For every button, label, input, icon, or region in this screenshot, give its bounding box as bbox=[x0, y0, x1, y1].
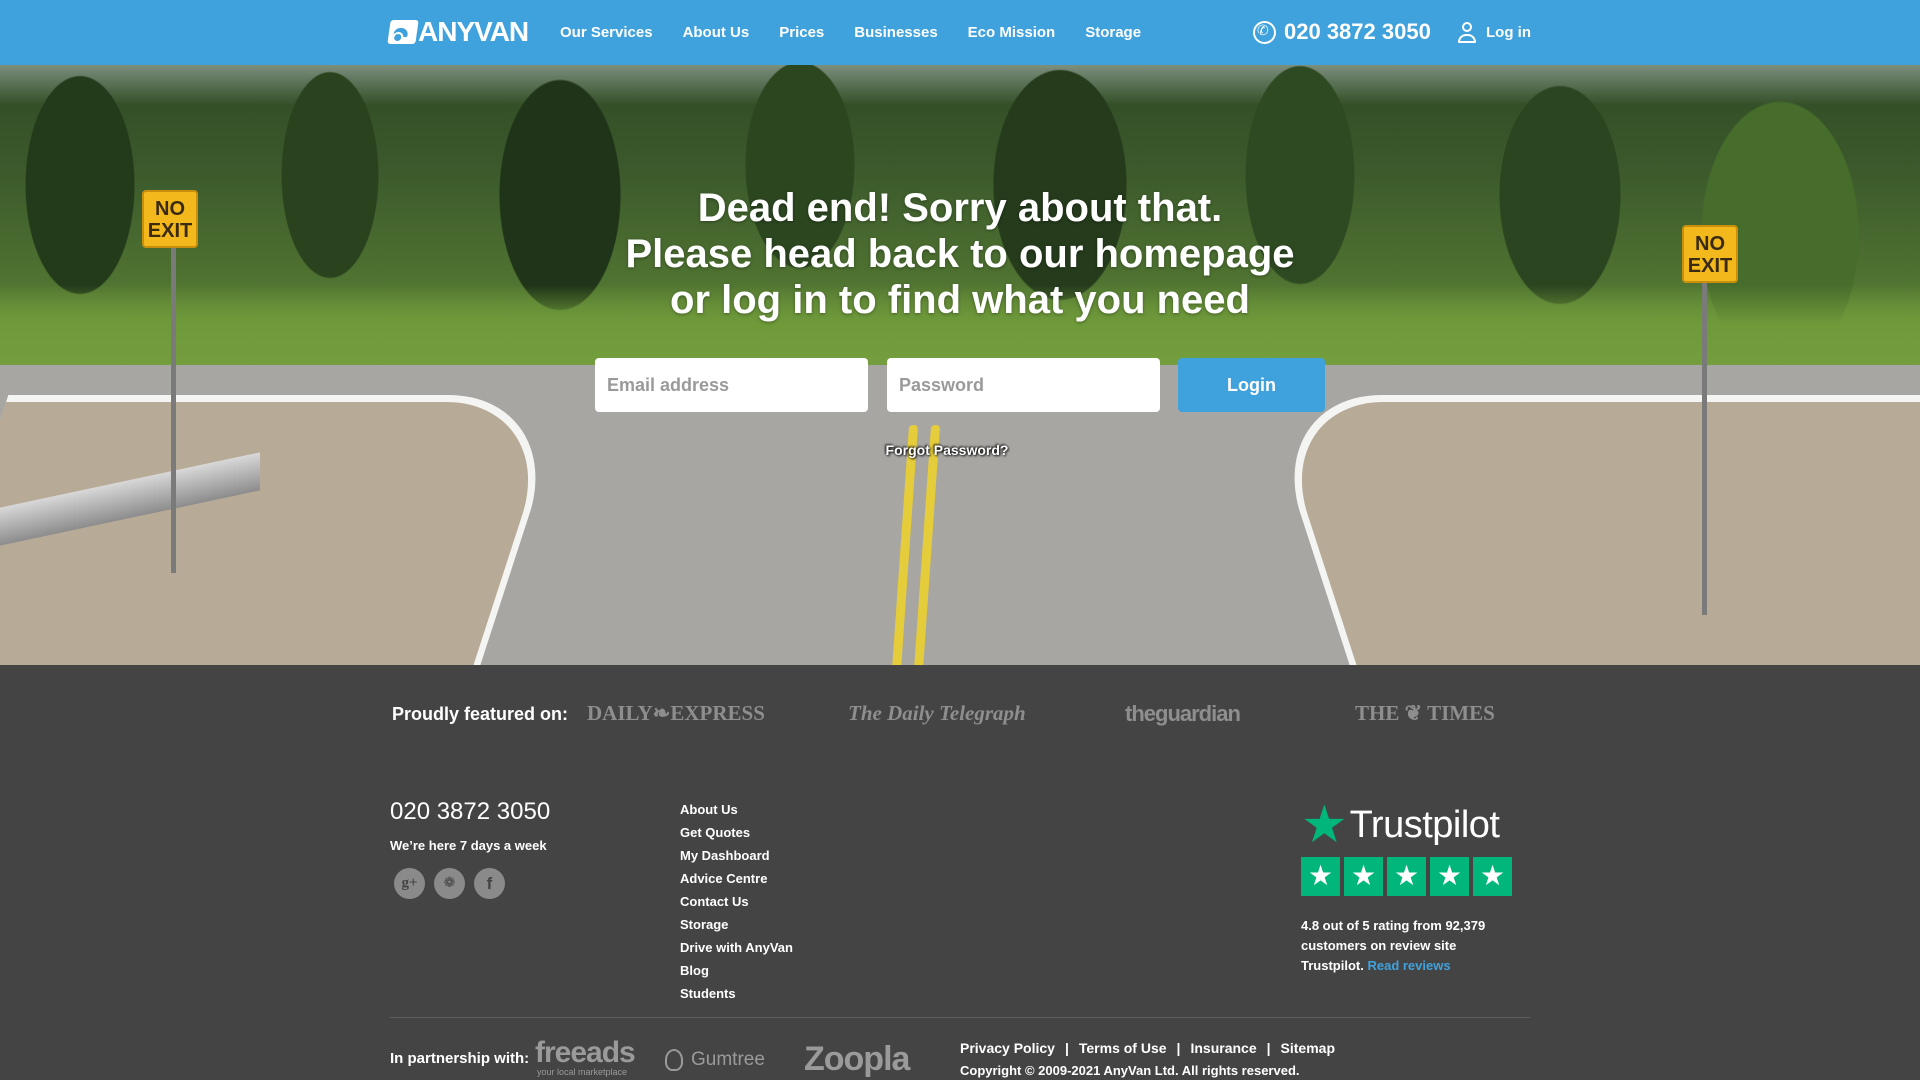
google-plus-icon[interactable]: g+ bbox=[394, 868, 425, 899]
star-icon: ★ bbox=[1344, 857, 1383, 896]
footer-divider bbox=[390, 1017, 1530, 1018]
footer-link-get-quotes[interactable]: Get Quotes bbox=[680, 824, 793, 847]
user-icon bbox=[1457, 21, 1477, 43]
password-field[interactable] bbox=[887, 358, 1160, 412]
legal-links: Privacy Policy | Terms of Use | Insurance | Si… bbox=[960, 1040, 1335, 1056]
separator: | bbox=[1266, 1040, 1271, 1056]
footer-link-contact-us[interactable]: Contact Us bbox=[680, 893, 793, 916]
copyright: Copyright © 2009-2021 AnyVan Ltd. All ri… bbox=[960, 1063, 1300, 1078]
tree-icon bbox=[665, 1049, 683, 1071]
sitemap-link[interactable]: Sitemap bbox=[1281, 1040, 1335, 1056]
footer-links: About Us Get Quotes My Dashboard Advice … bbox=[680, 801, 793, 1008]
nav-businesses[interactable]: Businesses bbox=[854, 24, 937, 41]
gumtree-wordmark: Gumtree bbox=[691, 1049, 765, 1070]
road-left-branch bbox=[0, 395, 569, 665]
login-button[interactable]: Login bbox=[1178, 358, 1325, 412]
trustpilot-rating-text: 4.8 out of 5 rating from 92,379 customer… bbox=[1301, 916, 1501, 976]
freeads-tagline: your local marketplace bbox=[537, 1067, 628, 1077]
facebook-icon[interactable]: f bbox=[474, 868, 505, 899]
trustpilot-logo[interactable]: ★ Trustpilot bbox=[1301, 796, 1516, 854]
star-icon: ★ bbox=[1473, 857, 1512, 896]
separator: | bbox=[1176, 1040, 1181, 1056]
footer-link-blog[interactable]: Blog bbox=[680, 962, 793, 985]
trustpilot-widget: ★ Trustpilot ★ ★ ★ ★ ★ 4.8 out of 5 rati… bbox=[1301, 796, 1516, 976]
read-reviews-link[interactable]: Read reviews bbox=[1367, 958, 1450, 973]
forgot-password-link[interactable]: Forgot Password? bbox=[0, 442, 1894, 458]
nav-storage[interactable]: Storage bbox=[1085, 24, 1141, 41]
daily-telegraph-logo: The Daily Telegraph bbox=[848, 701, 1026, 725]
phone-icon bbox=[1253, 20, 1276, 44]
footer-link-advice-centre[interactable]: Advice Centre bbox=[680, 870, 793, 893]
page-title: Dead end! Sorry about that. Please head … bbox=[0, 185, 1920, 323]
van-icon bbox=[387, 20, 419, 44]
main-nav: Our Services About Us Prices Businesses … bbox=[560, 0, 1171, 65]
nav-eco-mission[interactable]: Eco Mission bbox=[968, 24, 1056, 41]
header-login-link[interactable]: Log in bbox=[1457, 18, 1531, 46]
gumtree-logo: Gumtree bbox=[665, 1049, 765, 1071]
footer-link-drive-with-anyvan[interactable]: Drive with AnyVan bbox=[680, 939, 793, 962]
title-line: Dead end! Sorry about that. bbox=[697, 186, 1223, 230]
star-icon: ★ bbox=[1430, 857, 1469, 896]
freeads-logo: freeads your local marketplace bbox=[535, 1036, 636, 1078]
footer-link-my-dashboard[interactable]: My Dashboard bbox=[680, 847, 793, 870]
zoopla-logo: Zoopla bbox=[804, 1040, 910, 1078]
title-line: Please head back to our homepage bbox=[625, 232, 1295, 276]
footer-link-about-us[interactable]: About Us bbox=[680, 801, 793, 824]
star-icon: ★ bbox=[1387, 857, 1426, 896]
nav-prices[interactable]: Prices bbox=[779, 24, 824, 41]
terms-of-use-link[interactable]: Terms of Use bbox=[1079, 1040, 1167, 1056]
featured-label: Proudly featured on: bbox=[392, 704, 569, 724]
separator: | bbox=[1064, 1040, 1069, 1056]
nav-our-services[interactable]: Our Services bbox=[560, 24, 653, 41]
the-times-logo: THE ❦ TIMES bbox=[1355, 701, 1495, 725]
guardian-logo: theguardian bbox=[1125, 701, 1241, 726]
star-icon: ★ bbox=[1301, 857, 1340, 896]
header-phone-number: 020 3872 3050 bbox=[1284, 19, 1431, 44]
nav-about-us[interactable]: About Us bbox=[683, 24, 750, 41]
trustpilot-star-icon: ★ bbox=[1301, 796, 1348, 854]
hero-dead-end: NO EXIT NO EXIT Dead end! Sorry about th… bbox=[0, 65, 1920, 665]
login-label: Log in bbox=[1486, 23, 1531, 41]
road-right-branch bbox=[1261, 395, 1920, 665]
footer: Proudly featured on: DAILY❧EXPRESS The D… bbox=[0, 665, 1920, 1080]
twitter-icon[interactable]: ❁ bbox=[434, 868, 465, 899]
footer-link-students[interactable]: Students bbox=[680, 985, 793, 1008]
title-line: or log in to find what you need bbox=[670, 278, 1250, 322]
partner-label: In partnership with: bbox=[390, 1050, 530, 1067]
header-phone-link[interactable]: 020 3872 3050 bbox=[1253, 17, 1431, 47]
trustpilot-wordmark: Trustpilot bbox=[1349, 803, 1500, 846]
logo-text: ANYVAN bbox=[418, 16, 529, 47]
footer-hours: We’re here 7 days a week bbox=[390, 838, 547, 853]
daily-express-logo: DAILY❧EXPRESS bbox=[587, 701, 765, 725]
top-header: ANYVAN Our Services About Us Prices Busi… bbox=[0, 0, 1920, 65]
privacy-policy-link[interactable]: Privacy Policy bbox=[960, 1040, 1055, 1056]
footer-phone: 020 3872 3050 bbox=[390, 798, 551, 825]
email-field[interactable] bbox=[595, 358, 868, 412]
insurance-link[interactable]: Insurance bbox=[1190, 1040, 1256, 1056]
anyvan-logo[interactable]: ANYVAN bbox=[387, 16, 529, 47]
trustpilot-stars: ★ ★ ★ ★ ★ bbox=[1301, 857, 1516, 896]
footer-link-storage[interactable]: Storage bbox=[680, 916, 793, 939]
freeads-wordmark: freeads bbox=[535, 1036, 636, 1069]
